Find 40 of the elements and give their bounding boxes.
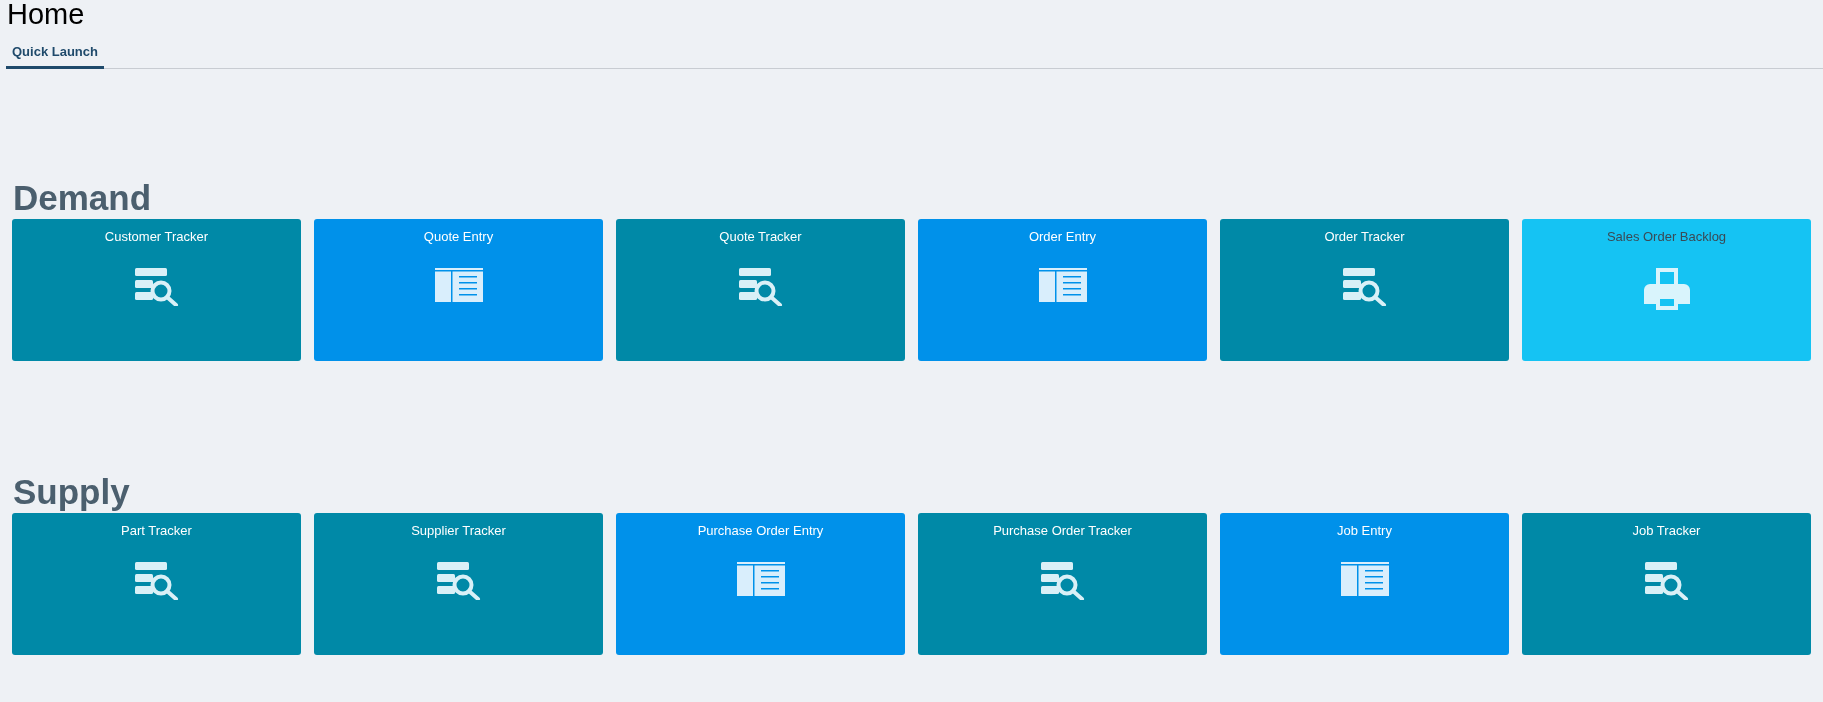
form-icon	[434, 267, 483, 302]
section-heading: Demand	[12, 178, 153, 217]
launch-tile[interactable]: Customer Tracker	[12, 218, 301, 361]
tile-label: Quote Tracker	[719, 228, 802, 245]
launch-tile[interactable]: Order Tracker	[1220, 218, 1509, 361]
launch-tile[interactable]: Part Tracker	[12, 512, 301, 655]
section-heading: Supply	[12, 472, 131, 511]
tile-label: Customer Tracker	[104, 228, 209, 245]
search-icon	[1342, 267, 1387, 306]
tile-label: Part Tracker	[121, 522, 192, 539]
search-icon	[436, 561, 481, 600]
search-icon	[134, 561, 179, 600]
tile-label: Supplier Tracker	[411, 522, 506, 539]
tile-label: Purchase Order Tracker	[993, 522, 1132, 539]
launch-tile[interactable]: Quote Entry	[314, 218, 603, 361]
tile-label: Purchase Order Entry	[697, 522, 824, 539]
tile-label: Sales Order Backlog	[1606, 228, 1727, 245]
tile-label: Order Tracker	[1324, 228, 1405, 245]
form-icon	[736, 561, 785, 596]
search-icon	[1644, 561, 1689, 600]
launch-tile[interactable]: Job Tracker	[1522, 512, 1811, 655]
launch-tile[interactable]: Sales Order Backlog	[1522, 218, 1811, 361]
printer-icon	[1641, 267, 1692, 310]
launch-tile[interactable]: Job Entry	[1220, 512, 1509, 655]
launch-tile[interactable]: Supplier Tracker	[314, 512, 603, 655]
tile-label: Order Entry	[1028, 228, 1097, 245]
page-title: Home	[6, 0, 86, 28]
search-icon	[134, 267, 179, 306]
form-icon	[1340, 561, 1389, 596]
launch-tile[interactable]: Purchase Order Tracker	[918, 512, 1207, 655]
tile-label: Job Tracker	[1632, 522, 1701, 539]
tile-label: Quote Entry	[423, 228, 494, 245]
launch-tile[interactable]: Order Entry	[918, 218, 1207, 361]
search-icon	[1040, 561, 1085, 600]
launch-tile[interactable]: Quote Tracker	[616, 218, 905, 361]
launch-tile[interactable]: Purchase Order Entry	[616, 512, 905, 655]
search-icon	[738, 267, 783, 306]
form-icon	[1038, 267, 1087, 302]
tab[interactable]: Quick Launch	[6, 42, 104, 69]
tile-label: Job Entry	[1337, 522, 1392, 539]
